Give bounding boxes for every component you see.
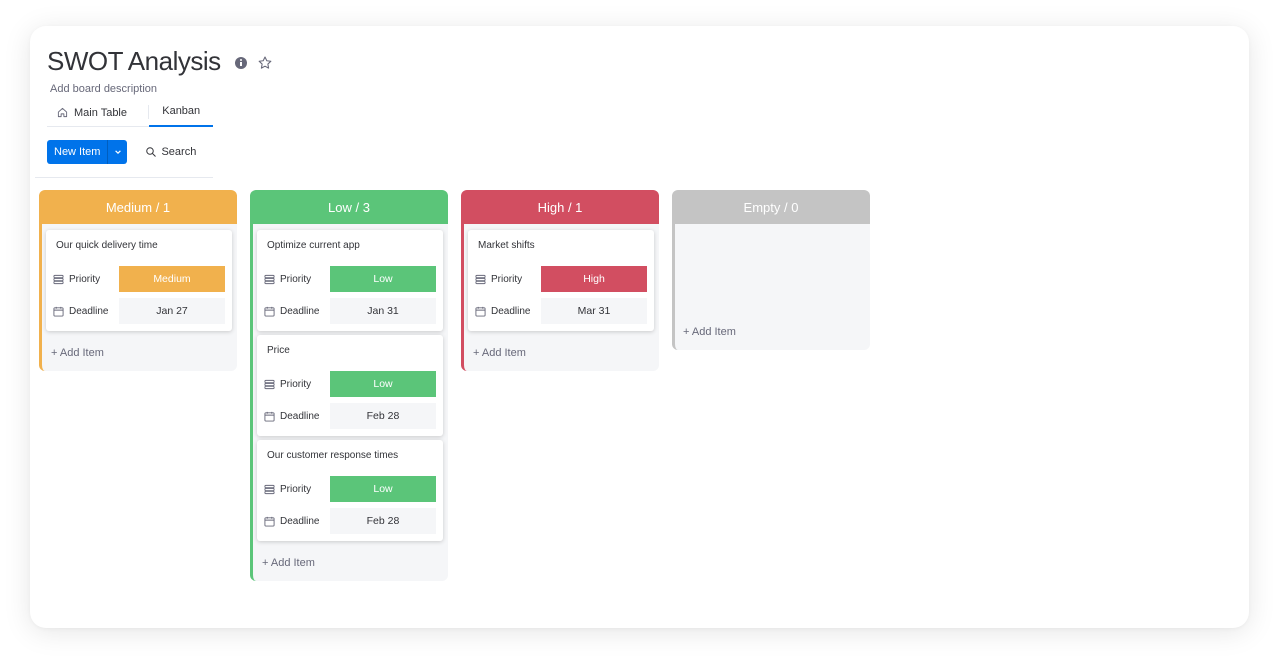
field-label: Deadline xyxy=(264,516,330,527)
column-header[interactable]: Medium / 1 xyxy=(39,190,237,224)
priority-field: Priority Medium xyxy=(53,266,225,292)
column-header[interactable]: High / 1 xyxy=(461,190,659,224)
status-column-icon xyxy=(53,274,64,284)
deadline-date[interactable]: Feb 28 xyxy=(330,403,436,429)
deadline-label: Deadline xyxy=(280,305,320,317)
field-label: Priority xyxy=(53,274,119,285)
deadline-date[interactable]: Feb 28 xyxy=(330,508,436,534)
priority-status[interactable]: Low xyxy=(330,476,436,502)
home-icon xyxy=(57,107,68,118)
priority-label: Priority xyxy=(69,273,101,285)
deadline-date[interactable]: Jan 27 xyxy=(119,298,225,324)
kanban-column: High / 1 Market shifts Priority High Dea… xyxy=(461,190,659,581)
card-title[interactable]: Our customer response times xyxy=(264,450,436,476)
new-item-dropdown[interactable] xyxy=(107,140,127,164)
kanban-card[interactable]: Optimize current app Priority Low Deadli… xyxy=(257,230,443,331)
deadline-field: Deadline Feb 28 xyxy=(264,403,436,429)
priority-status[interactable]: Low xyxy=(330,371,436,397)
kanban-card[interactable]: Our quick delivery time Priority Medium … xyxy=(46,230,232,331)
board-description[interactable]: Add board description xyxy=(50,83,157,95)
deadline-date[interactable]: Mar 31 xyxy=(541,298,647,324)
column-body: Our quick delivery time Priority Medium … xyxy=(39,224,237,371)
status-column-icon xyxy=(264,274,275,284)
field-label: Priority xyxy=(264,274,330,285)
search-label: Search xyxy=(161,146,197,158)
board-header: SWOT Analysis xyxy=(47,46,273,77)
add-item-button[interactable]: + Add Item xyxy=(468,335,654,371)
column-body: + Add Item xyxy=(672,224,870,350)
status-column-icon xyxy=(264,484,275,494)
calendar-icon xyxy=(53,306,64,317)
priority-status[interactable]: High xyxy=(541,266,647,292)
field-label: Deadline xyxy=(264,411,330,422)
calendar-icon xyxy=(264,306,275,317)
column-header[interactable]: Low / 3 xyxy=(250,190,448,224)
priority-field: Priority Low xyxy=(264,371,436,397)
chevron-down-icon xyxy=(115,150,121,155)
status-column-icon xyxy=(475,274,486,284)
deadline-label: Deadline xyxy=(280,515,320,527)
kanban-board: Medium / 1 Our quick delivery time Prior… xyxy=(39,190,883,581)
priority-label: Priority xyxy=(491,273,523,285)
card-title[interactable]: Price xyxy=(264,345,436,371)
board-title[interactable]: SWOT Analysis xyxy=(47,46,221,77)
field-label: Priority xyxy=(475,274,541,285)
status-column-icon xyxy=(264,379,275,389)
tab-kanban[interactable]: Kanban xyxy=(149,99,213,127)
field-label: Priority xyxy=(264,379,330,390)
column-header[interactable]: Empty / 0 xyxy=(672,190,870,224)
search-icon xyxy=(146,147,157,157)
add-item-button[interactable]: + Add Item xyxy=(257,545,443,581)
kanban-card[interactable]: Market shifts Priority High Deadline Mar… xyxy=(468,230,654,331)
calendar-icon xyxy=(264,516,275,527)
kanban-card[interactable]: Our customer response times Priority Low… xyxy=(257,440,443,541)
priority-label: Priority xyxy=(280,378,312,390)
priority-label: Priority xyxy=(280,273,312,285)
deadline-date[interactable]: Jan 31 xyxy=(330,298,436,324)
field-label: Deadline xyxy=(475,306,541,317)
column-body: Market shifts Priority High Deadline Mar… xyxy=(461,224,659,371)
kanban-column: Low / 3 Optimize current app Priority Lo… xyxy=(250,190,448,581)
add-item-button[interactable]: + Add Item xyxy=(46,335,232,371)
priority-label: Priority xyxy=(280,483,312,495)
toolbar-divider xyxy=(35,177,213,178)
card-title[interactable]: Our quick delivery time xyxy=(53,240,225,266)
add-item-button[interactable]: + Add Item xyxy=(680,314,736,350)
field-label: Deadline xyxy=(53,306,119,317)
info-icon[interactable] xyxy=(234,56,247,69)
kanban-column: Medium / 1 Our quick delivery time Prior… xyxy=(39,190,237,581)
search-button[interactable]: Search xyxy=(145,146,196,158)
kanban-card[interactable]: Price Priority Low Deadline Feb 28 xyxy=(257,335,443,436)
priority-status[interactable]: Low xyxy=(330,266,436,292)
field-label: Deadline xyxy=(264,306,330,317)
priority-field: Priority Low xyxy=(264,266,436,292)
card-title[interactable]: Market shifts xyxy=(475,240,647,266)
column-body: Optimize current app Priority Low Deadli… xyxy=(250,224,448,581)
tab-main-table[interactable]: Main Table xyxy=(47,99,148,126)
tab-label: Main Table xyxy=(74,106,127,119)
field-label: Priority xyxy=(264,484,330,495)
new-item-label[interactable]: New Item xyxy=(47,140,107,164)
calendar-icon xyxy=(475,306,486,317)
deadline-field: Deadline Feb 28 xyxy=(264,508,436,534)
new-item-button[interactable]: New Item xyxy=(47,140,128,164)
deadline-field: Deadline Mar 31 xyxy=(475,298,647,324)
deadline-field: Deadline Jan 27 xyxy=(53,298,225,324)
deadline-label: Deadline xyxy=(491,305,531,317)
card-title[interactable]: Optimize current app xyxy=(264,240,436,266)
deadline-field: Deadline Jan 31 xyxy=(264,298,436,324)
deadline-label: Deadline xyxy=(69,305,109,317)
deadline-label: Deadline xyxy=(280,410,320,422)
view-tabs: Main Table Kanban xyxy=(47,99,213,127)
priority-status[interactable]: Medium xyxy=(119,266,225,292)
tab-label: Kanban xyxy=(162,105,201,117)
calendar-icon xyxy=(264,411,275,422)
star-icon[interactable] xyxy=(257,55,273,71)
priority-field: Priority High xyxy=(475,266,647,292)
priority-field: Priority Low xyxy=(264,476,436,502)
kanban-column: Empty / 0 + Add Item xyxy=(672,190,870,581)
toolbar: New Item Search xyxy=(47,140,196,164)
